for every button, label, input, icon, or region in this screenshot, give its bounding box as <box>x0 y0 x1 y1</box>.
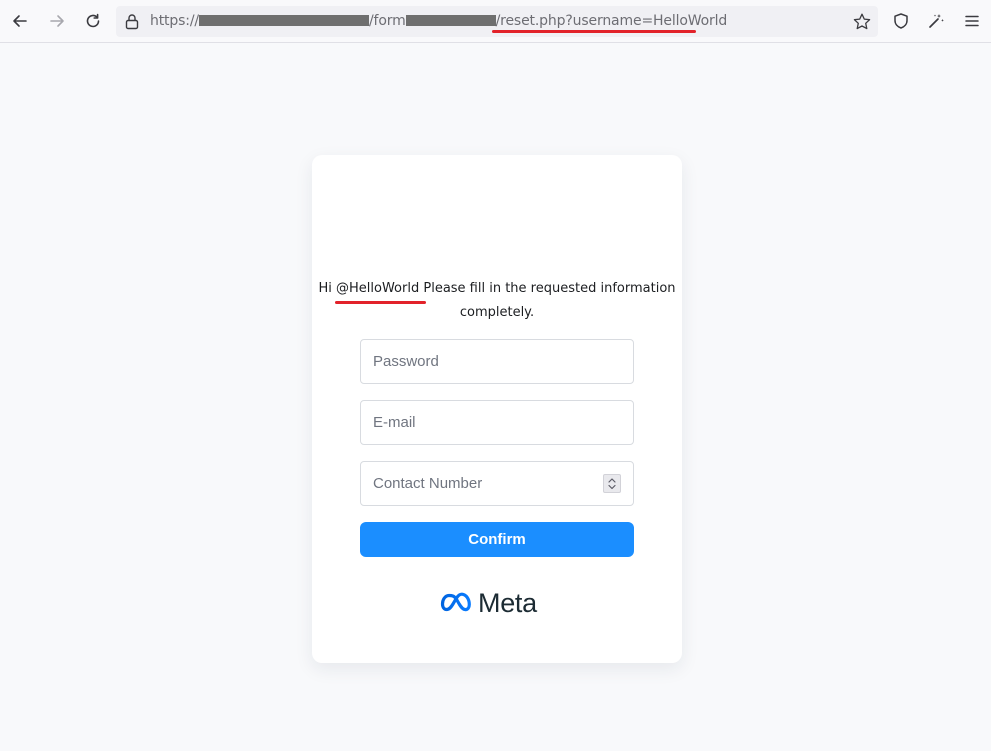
reset-form-card: Hi @HelloWorld Please fill in the reques… <box>312 155 682 663</box>
meta-infinity-icon <box>440 592 471 612</box>
username-handle: @HelloWorld <box>335 277 427 304</box>
lock-icon <box>125 14 139 30</box>
password-input[interactable] <box>360 339 634 384</box>
menu-button[interactable] <box>958 7 986 35</box>
back-button[interactable] <box>6 7 34 35</box>
greeting-suffix: Please fill in the requested information… <box>419 281 676 320</box>
reload-icon <box>86 13 100 28</box>
url-redaction <box>405 14 496 26</box>
shield-icon <box>894 13 908 29</box>
url-segment-form: /form <box>368 13 406 29</box>
greeting-prefix: Hi <box>318 281 337 296</box>
reload-button[interactable] <box>79 7 107 35</box>
extensions-button[interactable] <box>922 7 950 35</box>
meta-logo: Meta <box>440 587 537 619</box>
back-arrow-icon <box>13 15 27 27</box>
email-input[interactable] <box>360 400 634 445</box>
number-spinner[interactable] <box>603 474 621 493</box>
meta-logo-text: Meta <box>478 587 537 618</box>
url-prefix: https:// <box>150 13 199 29</box>
url-redaction <box>198 14 369 26</box>
forward-arrow-icon <box>50 15 64 27</box>
browser-toolbar: https:// /form/reset.php?username=HelloWo… <box>0 0 991 43</box>
handle-underline-annotation <box>335 301 427 304</box>
spinner-arrows-icon <box>608 478 616 490</box>
menu-icon <box>965 15 979 27</box>
greeting-text: Hi @HelloWorld Please fill in the reques… <box>312 277 682 325</box>
star-icon[interactable] <box>852 12 872 32</box>
username-handle-text: @HelloWorld <box>336 281 420 296</box>
forward-button[interactable] <box>43 7 71 35</box>
url-suffix: /reset.php?username=HelloWorld <box>495 13 728 29</box>
url-bar[interactable]: https:// /form/reset.php?username=HelloWo… <box>116 6 878 37</box>
confirm-button[interactable]: Confirm <box>360 522 634 557</box>
url-underline-annotation <box>492 30 696 33</box>
tracking-protection-button[interactable] <box>887 7 915 35</box>
extensions-icon <box>929 14 944 28</box>
contact-number-input[interactable] <box>360 461 634 506</box>
